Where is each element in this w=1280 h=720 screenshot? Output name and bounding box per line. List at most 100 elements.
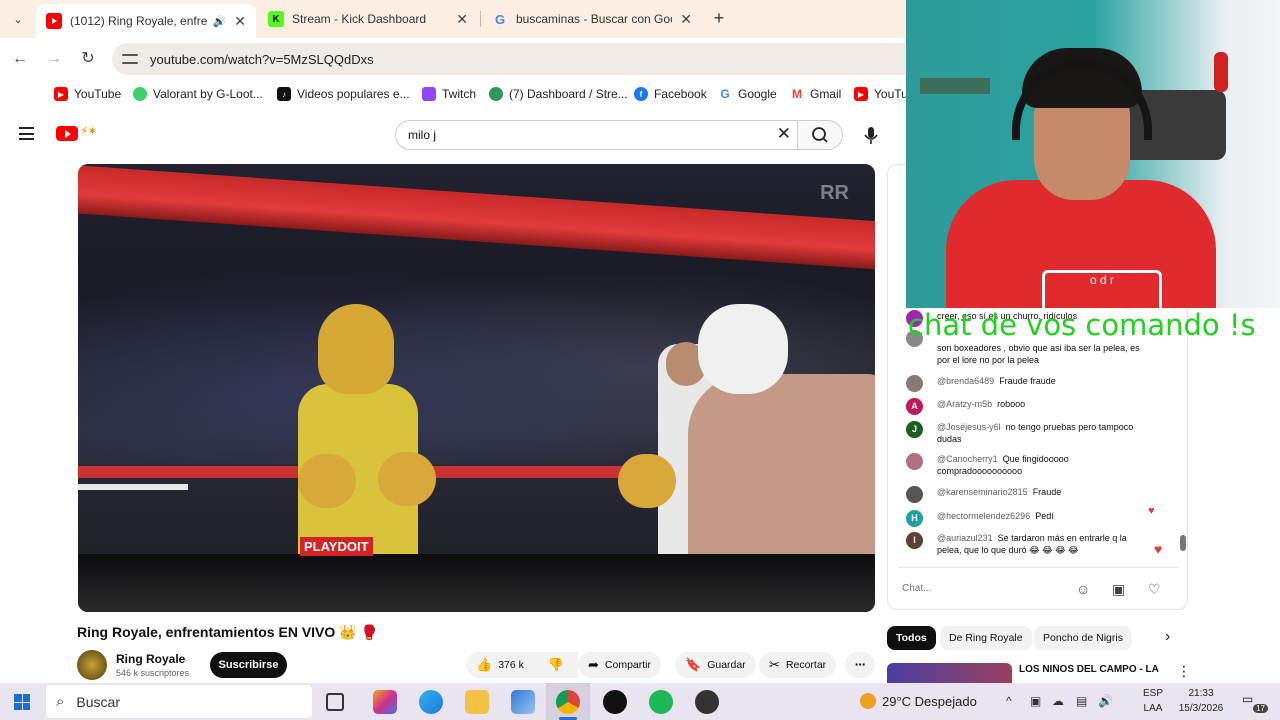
share-arrow-icon: ➦ <box>588 657 599 672</box>
dislike-button[interactable]: 👎 <box>536 652 576 678</box>
new-tab-plus-icon[interactable]: + <box>708 8 730 30</box>
chat-avatar: H <box>906 510 923 527</box>
weather-widget[interactable]: 29°C Despejado <box>860 693 977 709</box>
tab-search-chevron-icon[interactable]: ⌄ <box>6 8 30 30</box>
close-tab-icon[interactable]: ✕ <box>680 11 692 28</box>
back-arrow-icon[interactable]: ← <box>9 48 31 70</box>
bookmark-google[interactable]: G Google <box>718 85 776 103</box>
facebook-icon: f <box>634 87 648 101</box>
chat-message: H @hectormelendez6296 Pedí <box>906 510 1146 527</box>
close-tab-icon[interactable]: ✕ <box>456 11 468 28</box>
google-icon: G <box>720 87 730 101</box>
kick-icon: K <box>268 11 284 27</box>
boxer-white-helmet <box>618 304 875 584</box>
task-view-icon[interactable] <box>326 693 344 711</box>
reload-icon[interactable]: ↻ <box>77 48 99 70</box>
volume-icon[interactable]: 🔊 <box>1098 694 1113 708</box>
address-bar[interactable]: youtube.com/watch?v=5MzSLQQdDxs <box>112 43 1012 75</box>
emoji-icon[interactable]: ☺ <box>1076 581 1090 597</box>
recommendation-thumbnail[interactable] <box>887 663 1012 685</box>
taskbar-search[interactable]: ⌕ Buscar <box>46 685 312 718</box>
bookmark-youtube[interactable]: ▶ YouTube <box>54 85 121 103</box>
weather-moon-icon <box>860 693 876 709</box>
video-player[interactable]: RR PLAYDOIT <box>78 164 875 612</box>
ring-royale-watermark-icon: RR <box>820 182 849 204</box>
file-explorer-icon[interactable] <box>465 690 489 714</box>
chrome-icon[interactable] <box>556 690 580 714</box>
spotify-icon[interactable] <box>649 690 673 714</box>
tab-google[interactable]: G buscaminas - Buscar con Googl ✕ <box>482 4 702 34</box>
ring-rope <box>78 484 188 490</box>
youtube-doodle-icon[interactable]: ⚡✶ <box>80 124 122 142</box>
tray-app-icon[interactable]: ▣ <box>1030 694 1041 708</box>
notification-count: 17 <box>1253 704 1268 713</box>
chat-avatar <box>906 453 923 470</box>
tab-youtube[interactable]: (1012) Ring Royale, enfrent 🔊 ✕ <box>36 4 256 38</box>
dashboard-icon <box>489 87 503 101</box>
bookmark-facebook[interactable]: f Facebook <box>634 85 707 103</box>
system-clock[interactable]: 21:33 15/3/2026 <box>1176 686 1226 716</box>
edge-icon[interactable] <box>419 690 443 714</box>
tiktok-icon[interactable] <box>603 690 627 714</box>
gmail-icon: M <box>792 87 802 101</box>
heart-reaction-icon: ♥ <box>1148 505 1155 517</box>
bookmark-dashboard[interactable]: (7) Dashboard / Stre... <box>489 85 628 103</box>
search-icon <box>812 127 828 143</box>
fire-extinguisher <box>1214 52 1228 92</box>
chat-avatar <box>906 486 923 503</box>
chat-input[interactable] <box>902 577 1072 599</box>
network-icon[interactable]: ▤ <box>1076 694 1087 708</box>
tab-kick[interactable]: K Stream - Kick Dashboard ✕ <box>258 4 478 34</box>
search-input[interactable]: milo j ✕ <box>395 120 798 150</box>
gloot-icon <box>133 87 147 101</box>
heart-reaction-icon: ♥ <box>1154 541 1163 557</box>
bookmark-icon: 🔖 <box>685 657 702 672</box>
bookmark-twitch[interactable]: Twitch <box>422 85 476 103</box>
chip-all[interactable]: Todos <box>887 626 936 650</box>
input-language[interactable]: ESP LAA <box>1143 686 1163 716</box>
bookmark-youtube-2[interactable]: ▶ YouTu <box>854 85 908 103</box>
site-settings-icon[interactable] <box>122 51 138 67</box>
store-icon[interactable] <box>511 690 535 714</box>
chip-ring-royale[interactable]: De Ring Royale <box>940 626 1032 650</box>
chat-scrollbar[interactable] <box>1180 535 1186 551</box>
youtube-logo-icon[interactable] <box>56 126 78 141</box>
windows-taskbar: ⌕ Buscar 29°C Despejado ^ ▣ ☁ ▤ 🔊 ESP LA… <box>0 683 1280 720</box>
channel-avatar[interactable] <box>77 650 107 680</box>
search-button[interactable] <box>797 120 843 150</box>
chat-message: @karenseminario2815 Fraude <box>906 486 1146 503</box>
subscribe-button[interactable]: Suscribirse <box>210 652 287 678</box>
forward-arrow-icon[interactable]: → <box>43 48 65 70</box>
more-vertical-icon[interactable]: ⋮ <box>1177 663 1191 680</box>
recommendation-title[interactable]: LOS NIÑOS DEL CAMPO - LA <box>1019 664 1164 682</box>
voice-search-mic-icon[interactable] <box>857 121 885 149</box>
chat-divider <box>898 567 1178 568</box>
speaker-icon[interactable]: 🔊 <box>213 15 227 28</box>
super-chat-icon[interactable]: ▣ <box>1112 581 1125 598</box>
bookmark-valorant[interactable]: Valorant by G-Loot... <box>133 85 263 103</box>
tab-separator <box>480 11 481 27</box>
chat-message: A @Aratzy-m5b robooo <box>906 398 1146 415</box>
save-button[interactable]: 🔖 Guardar <box>675 652 756 678</box>
close-tab-icon[interactable]: ✕ <box>234 13 246 30</box>
channel-name[interactable]: Ring Royale <box>116 652 185 666</box>
windows-start-icon[interactable] <box>14 694 30 710</box>
cloud-icon[interactable]: ☁ <box>1052 694 1064 708</box>
copilot-icon[interactable] <box>373 690 397 714</box>
streamer-person: o d r <box>946 30 1216 308</box>
share-button[interactable]: ➦ Compartir <box>578 652 661 678</box>
chevron-right-icon[interactable]: › <box>1165 628 1170 646</box>
youtube-icon <box>46 13 62 29</box>
bookmark-tiktok[interactable]: ♪ Videos populares e... <box>277 85 410 103</box>
heart-icon[interactable]: ♡ <box>1148 581 1161 598</box>
obs-icon[interactable] <box>695 690 719 714</box>
boxer-gold <box>258 304 458 574</box>
chip-poncho[interactable]: Poncho de Nigris <box>1034 626 1132 650</box>
notifications-icon[interactable]: ▭ 17 <box>1242 692 1268 713</box>
clear-search-icon[interactable]: ✕ <box>777 124 791 144</box>
tray-chevron-icon[interactable]: ^ <box>1006 694 1012 708</box>
clip-button[interactable]: ✂ Recortar <box>759 652 837 678</box>
bookmark-gmail[interactable]: M Gmail <box>790 85 841 103</box>
more-actions-icon[interactable]: ⋯ <box>845 652 875 678</box>
menu-hamburger-icon[interactable] <box>19 127 34 140</box>
